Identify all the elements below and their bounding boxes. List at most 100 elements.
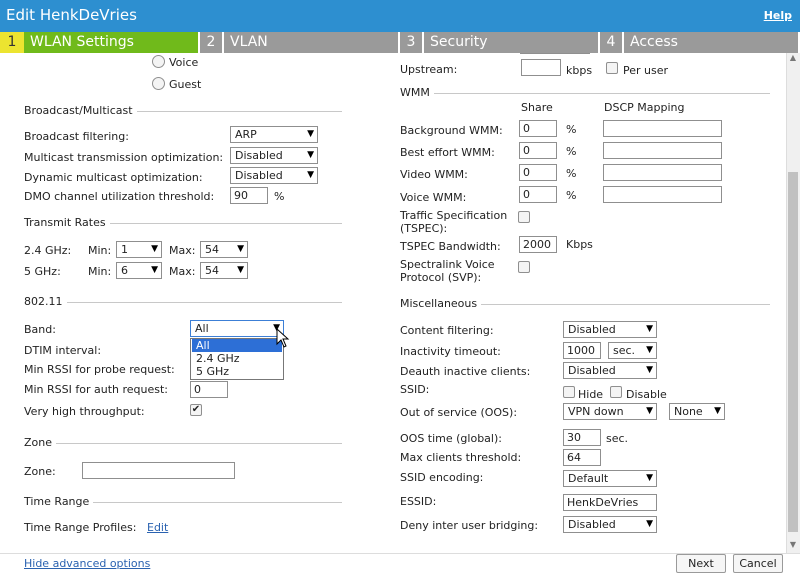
oos-select[interactable]: VPN down ▼ — [563, 403, 657, 420]
guest-radio[interactable] — [152, 77, 165, 90]
voice-radio[interactable] — [152, 55, 165, 68]
deny-bridging-select[interactable]: Disabled ▼ — [563, 516, 657, 533]
ssid-hide-label: Hide — [578, 388, 604, 401]
tab-number: 4 — [600, 32, 624, 53]
upstream-label: Upstream: — [400, 63, 458, 76]
dot11-heading: 802.11 — [24, 295, 67, 308]
wmm-voice-unit: % — [566, 189, 577, 202]
rate-5ghz-min-label: Min: — [88, 265, 112, 278]
window-title: Edit HenkDeVries — [6, 6, 137, 24]
dtim-interval-label: DTIM interval: — [24, 344, 102, 357]
chevron-down-icon: ▼ — [151, 244, 158, 254]
tspec-bandwidth-input[interactable]: 2000 — [519, 236, 557, 253]
next-button[interactable]: Next — [676, 554, 726, 573]
broadcast-filtering-select[interactable]: ARP ▼ — [230, 126, 318, 143]
wmm-video-unit: % — [566, 167, 577, 180]
oos-label: Out of service (OOS): — [400, 406, 518, 419]
wmm-background-dscp-input[interactable] — [603, 120, 722, 137]
rate-5ghz-max-select[interactable]: 54 ▼ — [200, 262, 248, 279]
oos-time-input[interactable]: 30 — [563, 429, 601, 446]
tab-wlan-settings[interactable]: 1 WLAN Settings — [0, 32, 198, 53]
broadcast-filtering-label: Broadcast filtering: — [24, 130, 129, 143]
wmm-share-header: Share — [521, 101, 553, 114]
inactivity-timeout-label: Inactivity timeout: — [400, 345, 501, 358]
tab-vlan[interactable]: 2 VLAN — [200, 32, 398, 53]
transmit-rates-heading: Transmit Rates — [24, 216, 110, 229]
content-filtering-select[interactable]: Disabled ▼ — [563, 321, 657, 338]
select-value: sec. — [613, 344, 636, 357]
upstream-input[interactable] — [521, 59, 561, 76]
rate-24ghz-min-label: Min: — [88, 244, 112, 257]
tab-security[interactable]: 3 Security — [400, 32, 598, 53]
wmm-best-effort-share-input[interactable]: 0 — [519, 142, 557, 159]
select-value: 54 — [205, 264, 219, 277]
misc-heading: Miscellaneous — [400, 297, 482, 310]
wmm-best-effort-dscp-input[interactable] — [603, 142, 722, 159]
inactivity-timeout-unit-select[interactable]: sec. ▼ — [608, 342, 657, 359]
wmm-background-label: Background WMM: — [400, 124, 503, 137]
select-value: Disabled — [235, 169, 283, 182]
chevron-down-icon: ▼ — [714, 406, 721, 416]
broadcast-heading: Broadcast/Multicast — [24, 104, 137, 117]
cancel-button[interactable]: Cancel — [733, 554, 783, 573]
time-range-edit-link[interactable]: Edit — [147, 521, 168, 534]
dmo-threshold-unit: % — [274, 190, 285, 203]
essid-input[interactable]: HenkDeVries — [563, 494, 657, 511]
rate-24ghz-min-select[interactable]: 1 ▼ — [116, 241, 162, 258]
tspec-label-line2: (TSPEC): — [400, 222, 448, 235]
chevron-down-icon: ▼ — [646, 519, 653, 529]
tab-number: 3 — [400, 32, 424, 53]
deny-bridging-label: Deny inter user bridging: — [400, 519, 539, 532]
time-range-profiles-label: Time Range Profiles: — [24, 521, 137, 534]
hide-advanced-options-link[interactable]: Hide advanced options — [24, 557, 150, 570]
rate-24ghz-max-select[interactable]: 54 ▼ — [200, 241, 248, 258]
tspec-label-line1: Traffic Specification — [400, 209, 508, 222]
svp-checkbox[interactable] — [518, 261, 530, 273]
scroll-down-icon[interactable]: ▼ — [788, 540, 798, 552]
ssid-disable-checkbox[interactable] — [610, 386, 622, 398]
wmm-dscp-header: DSCP Mapping — [604, 101, 685, 114]
content-panel: Voice Guest Broadcast/Multicast Broadcas… — [0, 53, 786, 553]
deauth-select[interactable]: Disabled ▼ — [563, 362, 657, 379]
band-option-5ghz[interactable]: 5 GHz — [192, 365, 282, 378]
wmm-video-share-input[interactable]: 0 — [519, 164, 557, 181]
rssi-auth-input[interactable]: 0 — [190, 381, 228, 398]
wmm-voice-share-input[interactable]: 0 — [519, 186, 557, 203]
rate-24ghz-max-label: Max: — [169, 244, 196, 257]
scroll-up-icon[interactable]: ▲ — [788, 53, 798, 65]
rate-5ghz-min-select[interactable]: 6 ▼ — [116, 262, 162, 279]
select-value: ARP — [235, 128, 257, 141]
band-select[interactable]: All ▼ — [190, 320, 284, 337]
select-value: 1 — [121, 243, 128, 256]
select-value: VPN down — [568, 405, 624, 418]
select-value: Disabled — [568, 323, 616, 336]
vht-checkbox[interactable]: ✔ — [190, 404, 202, 416]
tspec-bandwidth-unit: Kbps — [566, 238, 593, 251]
wmm-heading: WMM — [400, 86, 434, 99]
band-option-all[interactable]: All — [192, 339, 282, 352]
zone-input[interactable] — [82, 462, 235, 479]
ssid-encoding-select[interactable]: Default ▼ — [563, 470, 657, 487]
dynamic-multicast-select[interactable]: Disabled ▼ — [230, 167, 318, 184]
wmm-video-dscp-input[interactable] — [603, 164, 722, 181]
per-user-checkbox[interactable] — [606, 62, 618, 74]
wmm-voice-dscp-input[interactable] — [603, 186, 722, 203]
scrollbar-thumb[interactable] — [788, 172, 798, 532]
clipped-input-edge — [520, 53, 590, 54]
multicast-transmission-label: Multicast transmission optimization: — [24, 151, 224, 164]
tab-access[interactable]: 4 Access — [600, 32, 798, 53]
tab-label: Access — [630, 34, 678, 50]
inactivity-timeout-input[interactable]: 1000 — [563, 342, 601, 359]
help-link[interactable]: Help — [764, 9, 792, 22]
dmo-threshold-input[interactable]: 90 — [230, 187, 268, 204]
wmm-background-share-input[interactable]: 0 — [519, 120, 557, 137]
band-option-24ghz[interactable]: 2.4 GHz — [192, 352, 282, 365]
chevron-down-icon: ▼ — [646, 365, 653, 375]
multicast-transmission-select[interactable]: Disabled ▼ — [230, 147, 318, 164]
oos-secondary-select[interactable]: None ▼ — [669, 403, 725, 420]
tspec-checkbox[interactable] — [518, 211, 530, 223]
max-clients-input[interactable]: 64 — [563, 449, 601, 466]
zone-label: Zone: — [24, 465, 56, 478]
tab-number: 1 — [0, 32, 24, 53]
ssid-hide-checkbox[interactable] — [563, 386, 575, 398]
